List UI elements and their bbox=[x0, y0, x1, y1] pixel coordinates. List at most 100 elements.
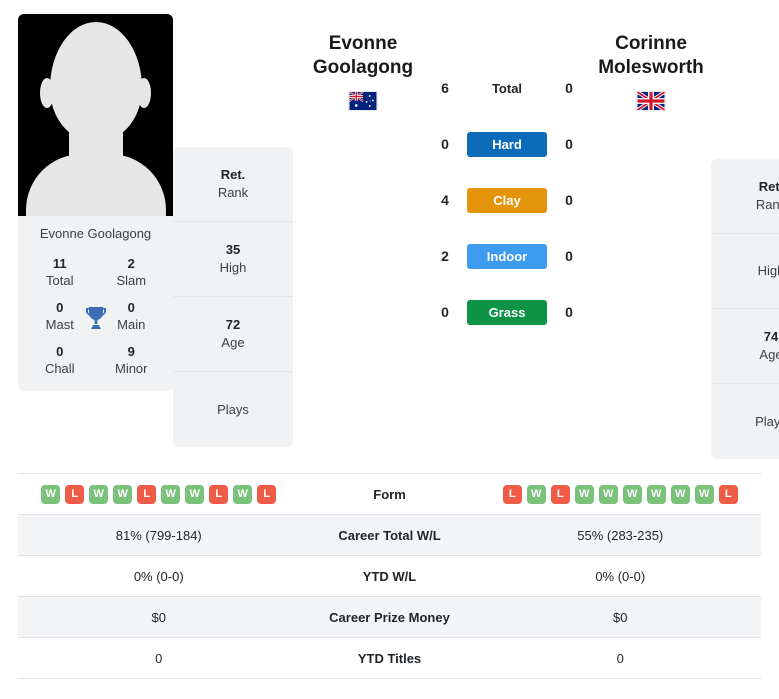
left-player-first-name: Evonne bbox=[328, 33, 398, 54]
h2h-row-hard: 0 Hard 0 bbox=[423, 116, 591, 172]
form-badge-win[interactable]: W bbox=[113, 484, 133, 504]
right-form-strip: LWLWWWWWWL bbox=[480, 484, 762, 504]
form-badge-win[interactable]: W bbox=[622, 484, 642, 504]
form-badge-loss[interactable]: L bbox=[137, 484, 157, 504]
left-form-strip: WLWWLWWLWL bbox=[18, 484, 300, 504]
form-badge-loss[interactable]: L bbox=[550, 484, 570, 504]
left-titles-slam: 2 Slam bbox=[96, 255, 168, 289]
right-score: 0 bbox=[565, 136, 573, 152]
left-player-photo[interactable] bbox=[18, 14, 173, 216]
silhouette-avatar-icon bbox=[18, 14, 173, 216]
form-badge-loss[interactable]: L bbox=[718, 484, 738, 504]
comparison-header: Evonne Goolagong 11 Total 2 Slam 0 Mast … bbox=[0, 0, 779, 459]
value: 74 bbox=[763, 329, 779, 344]
table-row-career-total-wl: 81% (799-184) Career Total W/L 55% (283-… bbox=[18, 515, 761, 556]
australia-flag-icon bbox=[348, 91, 378, 111]
form-badge-win[interactable]: W bbox=[41, 484, 61, 504]
left-score: 0 bbox=[441, 136, 449, 152]
surface-badge-hard[interactable]: Hard bbox=[467, 131, 547, 157]
left-titles-chall: 0 Chall bbox=[24, 343, 96, 377]
left-value: 81% (799-184) bbox=[115, 527, 202, 543]
label: Age bbox=[759, 347, 779, 362]
right-score: 0 bbox=[565, 80, 573, 96]
right-value: 0 bbox=[616, 650, 624, 666]
right-form-cell: LWLWWWWWWL bbox=[480, 484, 762, 504]
value: 35 bbox=[225, 242, 241, 257]
form-badge-loss[interactable]: L bbox=[209, 484, 229, 504]
left-info-high: 35 High bbox=[173, 222, 293, 297]
label: Rank bbox=[217, 185, 249, 200]
table-row-ytd-titles: 0 YTD Titles 0 bbox=[18, 638, 761, 679]
form-badge-win[interactable]: W bbox=[598, 484, 618, 504]
value: Ret. bbox=[758, 179, 779, 194]
right-value: $0 bbox=[613, 609, 628, 625]
label: Slam bbox=[116, 273, 147, 288]
left-player-card[interactable]: Evonne Goolagong 11 Total 2 Slam 0 Mast … bbox=[18, 14, 173, 391]
surface-badge-indoor[interactable]: Indoor bbox=[467, 243, 547, 269]
value: 0 bbox=[56, 344, 64, 359]
right-score: 0 bbox=[565, 248, 573, 264]
left-score: 2 bbox=[441, 248, 449, 264]
left-titles-minor: 9 Minor bbox=[96, 343, 168, 377]
right-info-plays: Plays bbox=[711, 384, 779, 459]
value: 11 bbox=[52, 256, 67, 271]
right-player-first-name: Corinne bbox=[615, 33, 687, 54]
label: Plays bbox=[217, 401, 249, 417]
united-kingdom-flag-icon bbox=[636, 91, 666, 111]
left-player-title-block: Evonne Goolagong bbox=[303, 14, 423, 111]
right-score: 0 bbox=[565, 192, 573, 208]
label: Rank bbox=[755, 197, 779, 212]
right-player-title-block: Corinne Molesworth bbox=[591, 14, 711, 111]
left-player-last-name: Goolagong bbox=[312, 57, 414, 78]
left-info-rank: Ret. Rank bbox=[173, 147, 293, 222]
label: Chall bbox=[44, 361, 75, 376]
left-player-info-column: Ret. Rank 35 High 72 Age Plays bbox=[173, 14, 293, 447]
row-label: Career Prize Money bbox=[329, 609, 450, 625]
form-badge-win[interactable]: W bbox=[161, 484, 181, 504]
row-label-form: Form bbox=[373, 486, 406, 502]
left-player-name-caption: Evonne Goolagong bbox=[39, 226, 152, 241]
player-comparison-page: Evonne Goolagong 11 Total 2 Slam 0 Mast … bbox=[0, 0, 779, 699]
row-label: YTD W/L bbox=[362, 568, 417, 584]
label: High bbox=[219, 260, 247, 275]
form-badge-loss[interactable]: L bbox=[502, 484, 522, 504]
surface-badge-clay[interactable]: Clay bbox=[467, 187, 547, 213]
form-badge-win[interactable]: W bbox=[185, 484, 205, 504]
left-info-plays: Plays bbox=[173, 372, 293, 447]
left-score: 6 bbox=[441, 80, 449, 96]
table-row-form: WLWWLWWLWL Form LWLWWWWWWL bbox=[18, 474, 761, 515]
form-badge-win[interactable]: W bbox=[694, 484, 714, 504]
left-value: 0% (0-0) bbox=[133, 568, 184, 584]
form-badge-win[interactable]: W bbox=[89, 484, 109, 504]
trophy-icon bbox=[85, 307, 106, 329]
label: Age bbox=[221, 335, 245, 350]
value: 9 bbox=[127, 344, 135, 359]
form-badge-win[interactable]: W bbox=[574, 484, 594, 504]
right-info-rank: Ret. Rank bbox=[711, 159, 779, 234]
form-badge-win[interactable]: W bbox=[670, 484, 690, 504]
left-score: 4 bbox=[441, 192, 449, 208]
form-badge-win[interactable]: W bbox=[526, 484, 546, 504]
right-info-age: 74 Age bbox=[711, 309, 779, 384]
left-info-age: 72 Age bbox=[173, 297, 293, 372]
left-value: $0 bbox=[151, 609, 166, 625]
h2h-row-indoor: 2 Indoor 0 bbox=[423, 228, 591, 284]
left-titles-total: 11 Total bbox=[24, 255, 96, 289]
form-badge-loss[interactable]: L bbox=[257, 484, 277, 504]
label: High bbox=[757, 263, 779, 278]
left-player-titles-grid: 11 Total 2 Slam 0 Mast 0 Main 0 Chall 9 … bbox=[18, 253, 173, 391]
form-badge-win[interactable]: W bbox=[233, 484, 253, 504]
form-badge-win[interactable]: W bbox=[646, 484, 666, 504]
right-value: 0% (0-0) bbox=[595, 568, 646, 584]
value: 2 bbox=[127, 256, 135, 271]
form-badge-loss[interactable]: L bbox=[65, 484, 85, 504]
h2h-row-total: 6 Total 0 bbox=[423, 60, 591, 116]
row-label: Career Total W/L bbox=[338, 527, 441, 543]
stats-comparison-table: WLWWLWWLWL Form LWLWWWWWWL 81% (799-184)… bbox=[18, 473, 761, 679]
right-value: 55% (283-235) bbox=[577, 527, 664, 543]
left-value: 0 bbox=[155, 650, 163, 666]
label: Minor bbox=[114, 361, 148, 376]
right-player-info-column: Ret. Rank High 74 Age Plays bbox=[711, 14, 779, 459]
row-label: YTD Titles bbox=[357, 650, 422, 666]
surface-badge-grass[interactable]: Grass bbox=[467, 299, 547, 325]
